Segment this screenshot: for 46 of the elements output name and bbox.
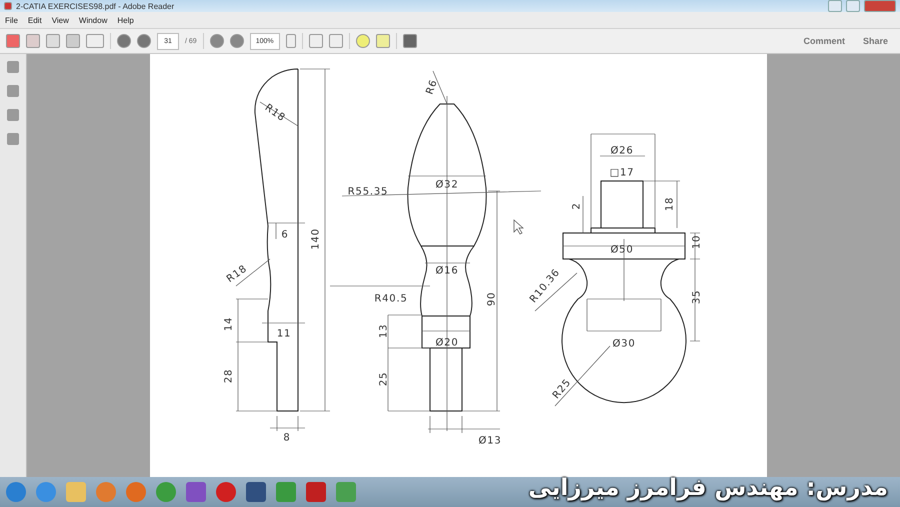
dimension-label: Ø30 <box>612 338 636 350</box>
app-icon[interactable] <box>336 482 356 502</box>
dimension-label: Ø20 <box>436 338 458 349</box>
menu-item[interactable]: View <box>52 16 69 24</box>
dimension-label: 6 <box>281 230 289 241</box>
dimension-label: Ø26 <box>610 146 634 157</box>
dimension-label: 14 <box>224 316 235 332</box>
dimension-label: R6 <box>424 78 440 96</box>
dimension-label: 140 <box>310 228 322 250</box>
dimension-label: 13 <box>378 324 390 338</box>
minimize-button[interactable] <box>828 0 842 12</box>
dimension-label: 28 <box>224 368 235 384</box>
dimension-label: R40.5 <box>374 294 408 305</box>
menu-item[interactable]: Window <box>78 16 108 24</box>
dimension-label: 18 <box>664 196 676 212</box>
app-icon <box>4 2 12 10</box>
dimension-label: 90 <box>486 292 498 306</box>
dimension-label: 11 <box>276 328 292 340</box>
dimension-label: Ø13 <box>478 436 502 447</box>
dimension-label: R18 <box>262 102 288 124</box>
menu-item[interactable]: File <box>5 16 18 24</box>
maximize-button[interactable] <box>846 0 860 12</box>
toolbar-tab[interactable]: Comment <box>797 36 851 46</box>
dimension-label: R18 <box>224 263 250 286</box>
instructor-caption: مدرس: مهندس فرامرز میرزایی <box>528 475 888 501</box>
dimension-label: Ø50 <box>610 244 634 256</box>
start-icon[interactable] <box>6 482 26 502</box>
dimension-label: Ø16 <box>436 266 458 277</box>
cursor-icon <box>514 219 524 234</box>
dropdown-icon[interactable] <box>286 34 296 48</box>
menu-item[interactable]: Help <box>117 16 134 24</box>
dimension-label: 10 <box>692 234 703 250</box>
dimension-label: 35 <box>692 290 703 304</box>
toolbar-tab[interactable]: Share <box>856 36 894 46</box>
app-icon[interactable] <box>246 482 266 502</box>
menu-item[interactable]: Edit <box>28 16 42 24</box>
close-button[interactable] <box>864 0 896 12</box>
app-icon[interactable] <box>276 482 296 502</box>
dimension-label: Ø32 <box>436 180 458 191</box>
app-icon[interactable] <box>186 482 206 502</box>
dimension-label: 2 <box>572 202 583 210</box>
dimension-label: 8 <box>283 432 291 444</box>
dimension-label: R55.35 <box>348 186 388 198</box>
dimension-label: 25 <box>378 372 390 386</box>
window-title: 2-CATIA EXERCISES98.pdf - Adobe Reader <box>16 2 174 10</box>
dimension-label: □17 <box>610 168 634 179</box>
